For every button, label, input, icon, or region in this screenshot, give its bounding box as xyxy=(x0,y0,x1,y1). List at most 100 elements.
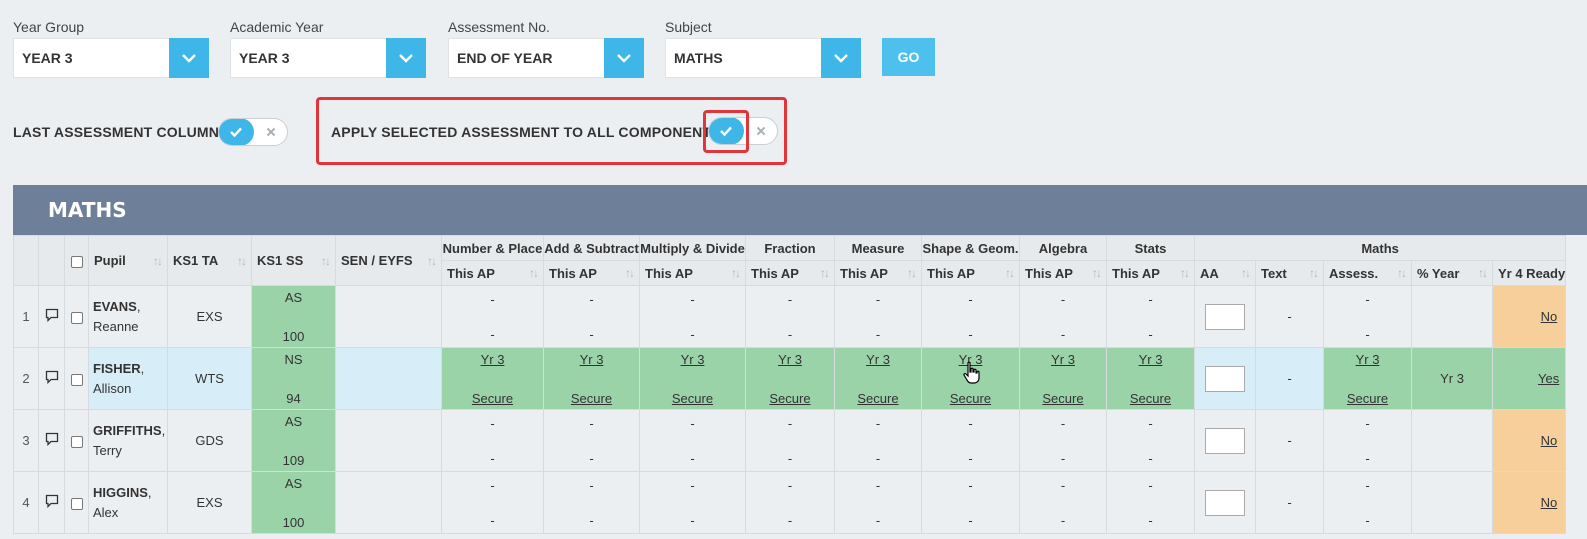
yr4-ready-link[interactable]: Yes xyxy=(1538,371,1559,386)
ap-secure-link[interactable]: Secure xyxy=(571,391,612,406)
this-ap-header[interactable]: This AP ↑↓ xyxy=(745,260,835,286)
ap-cell[interactable]: -- xyxy=(1019,471,1107,534)
row-checkbox[interactable] xyxy=(70,435,83,448)
academic-year-select[interactable]: YEAR 3 xyxy=(230,38,426,78)
ap-cell[interactable]: -- xyxy=(1019,409,1107,472)
subject-select[interactable]: MATHS xyxy=(665,38,861,78)
comment-icon[interactable] xyxy=(45,432,59,446)
aa-input[interactable] xyxy=(1205,489,1245,516)
ap-cell[interactable]: -- xyxy=(921,285,1020,348)
pupil-header[interactable]: Pupil ↑↓ xyxy=(88,235,168,286)
ap-cell[interactable]: -- xyxy=(543,471,640,534)
ap-cell[interactable]: -- xyxy=(834,471,922,534)
select-cell[interactable] xyxy=(64,471,89,534)
assess-cell[interactable]: -- xyxy=(1323,285,1412,348)
sort-icon[interactable]: ↑↓ xyxy=(1397,266,1407,280)
assess-year-link[interactable]: Yr 3 xyxy=(1356,352,1380,367)
comment-cell[interactable] xyxy=(38,285,65,348)
ap-cell[interactable]: -- xyxy=(745,471,835,534)
last-assessment-column-toggle[interactable] xyxy=(218,118,288,146)
ap-cell[interactable]: -- xyxy=(745,285,835,348)
ap-year-link[interactable]: Yr 3 xyxy=(1139,352,1163,367)
ap-secure-link[interactable]: Secure xyxy=(950,391,991,406)
ap-cell[interactable]: Yr 3 Secure xyxy=(834,347,922,410)
ap-secure-link[interactable]: Secure xyxy=(769,391,810,406)
ap-secure-link[interactable]: Secure xyxy=(1042,391,1083,406)
this-ap-header[interactable]: This AP ↑↓ xyxy=(1019,260,1107,286)
chevron-down-icon[interactable] xyxy=(169,38,209,78)
comment-icon[interactable] xyxy=(45,370,59,384)
aa-input[interactable] xyxy=(1205,303,1245,330)
ap-year-link[interactable]: Yr 3 xyxy=(866,352,890,367)
sort-icon[interactable]: ↑↓ xyxy=(1005,266,1015,280)
ap-cell[interactable]: Yr 3 Secure xyxy=(441,347,544,410)
sort-icon[interactable]: ↑↓ xyxy=(529,266,539,280)
this-ap-header[interactable]: This AP ↑↓ xyxy=(639,260,746,286)
ks1-ss-header[interactable]: KS1 SS ↑↓ xyxy=(251,235,336,286)
assess-cell[interactable]: -- xyxy=(1323,471,1412,534)
ap-year-link[interactable]: Yr 3 xyxy=(481,352,505,367)
sort-icon[interactable]: ↑↓ xyxy=(237,254,247,268)
sort-icon[interactable]: ↑↓ xyxy=(1241,266,1251,280)
chevron-down-icon[interactable] xyxy=(386,38,426,78)
sort-icon[interactable]: ↑↓ xyxy=(427,254,437,268)
select-cell[interactable] xyxy=(64,347,89,410)
select-all-header[interactable] xyxy=(64,235,89,286)
comment-cell[interactable] xyxy=(38,409,65,472)
yr4-ready-link[interactable]: No xyxy=(1541,495,1558,510)
ap-cell[interactable]: Yr 3 Secure xyxy=(745,347,835,410)
ap-cell[interactable]: -- xyxy=(639,409,746,472)
aa-input[interactable] xyxy=(1205,365,1245,392)
sort-icon[interactable]: ↑↓ xyxy=(820,266,830,280)
sort-icon[interactable]: ↑↓ xyxy=(731,266,741,280)
ap-secure-link[interactable]: Secure xyxy=(857,391,898,406)
yr4-ready-link[interactable]: No xyxy=(1541,433,1558,448)
ap-cell[interactable]: Yr 3 Secure xyxy=(1019,347,1107,410)
chevron-down-icon[interactable] xyxy=(604,38,644,78)
this-ap-header[interactable]: This AP ↑↓ xyxy=(921,260,1020,286)
ks1-ta-header[interactable]: KS1 TA ↑↓ xyxy=(167,235,252,286)
chevron-down-icon[interactable] xyxy=(821,38,861,78)
sort-icon[interactable]: ↑↓ xyxy=(1092,266,1102,280)
this-ap-header[interactable]: This AP ↑↓ xyxy=(1106,260,1195,286)
ap-cell[interactable]: -- xyxy=(1106,409,1195,472)
comment-icon[interactable] xyxy=(45,494,59,508)
ap-cell[interactable]: -- xyxy=(921,409,1020,472)
ap-cell[interactable]: Yr 3 Secure xyxy=(639,347,746,410)
yr4-ready-cell[interactable]: Yes xyxy=(1491,347,1567,410)
ap-cell[interactable]: -- xyxy=(1019,285,1107,348)
ap-cell[interactable]: -- xyxy=(745,409,835,472)
ap-year-link[interactable]: Yr 3 xyxy=(778,352,802,367)
select-cell[interactable] xyxy=(64,285,89,348)
ap-secure-link[interactable]: Secure xyxy=(1130,391,1171,406)
year-group-select[interactable]: YEAR 3 xyxy=(13,38,209,78)
sen-eyfs-header[interactable]: SEN / EYFS ↑↓ xyxy=(335,235,442,286)
ap-cell[interactable]: -- xyxy=(639,471,746,534)
yr4-ready-cell[interactable]: No xyxy=(1491,471,1567,534)
yr4-ready-cell[interactable]: No xyxy=(1491,409,1567,472)
assess-secure-link[interactable]: Secure xyxy=(1347,391,1388,406)
sort-icon[interactable]: ↑↓ xyxy=(1180,266,1190,280)
yr4-ready-header[interactable]: Yr 4 Ready xyxy=(1491,260,1567,286)
comment-cell[interactable] xyxy=(38,347,65,410)
sort-icon[interactable]: ↑↓ xyxy=(1478,266,1488,280)
ap-cell[interactable]: -- xyxy=(921,471,1020,534)
yr4-ready-cell[interactable]: No xyxy=(1491,285,1567,348)
ap-cell[interactable]: -- xyxy=(1106,285,1195,348)
row-checkbox[interactable] xyxy=(70,373,83,386)
sort-icon[interactable]: ↑↓ xyxy=(625,266,635,280)
text-header[interactable]: Text ↑↓ xyxy=(1255,260,1324,286)
ap-cell[interactable]: -- xyxy=(834,285,922,348)
ap-cell[interactable]: -- xyxy=(441,285,544,348)
assess-cell[interactable]: -- xyxy=(1323,409,1412,472)
ap-cell[interactable]: -- xyxy=(639,285,746,348)
aa-header[interactable]: AA ↑↓ xyxy=(1194,260,1256,286)
sort-icon[interactable]: ↑↓ xyxy=(153,254,163,268)
ap-secure-link[interactable]: Secure xyxy=(672,391,713,406)
ap-cell[interactable]: -- xyxy=(834,409,922,472)
comment-icon[interactable] xyxy=(45,308,59,322)
ap-cell[interactable]: -- xyxy=(441,471,544,534)
ap-year-link[interactable]: Yr 3 xyxy=(681,352,705,367)
select-cell[interactable] xyxy=(64,409,89,472)
assess-cell[interactable]: Yr 3 Secure xyxy=(1323,347,1412,410)
